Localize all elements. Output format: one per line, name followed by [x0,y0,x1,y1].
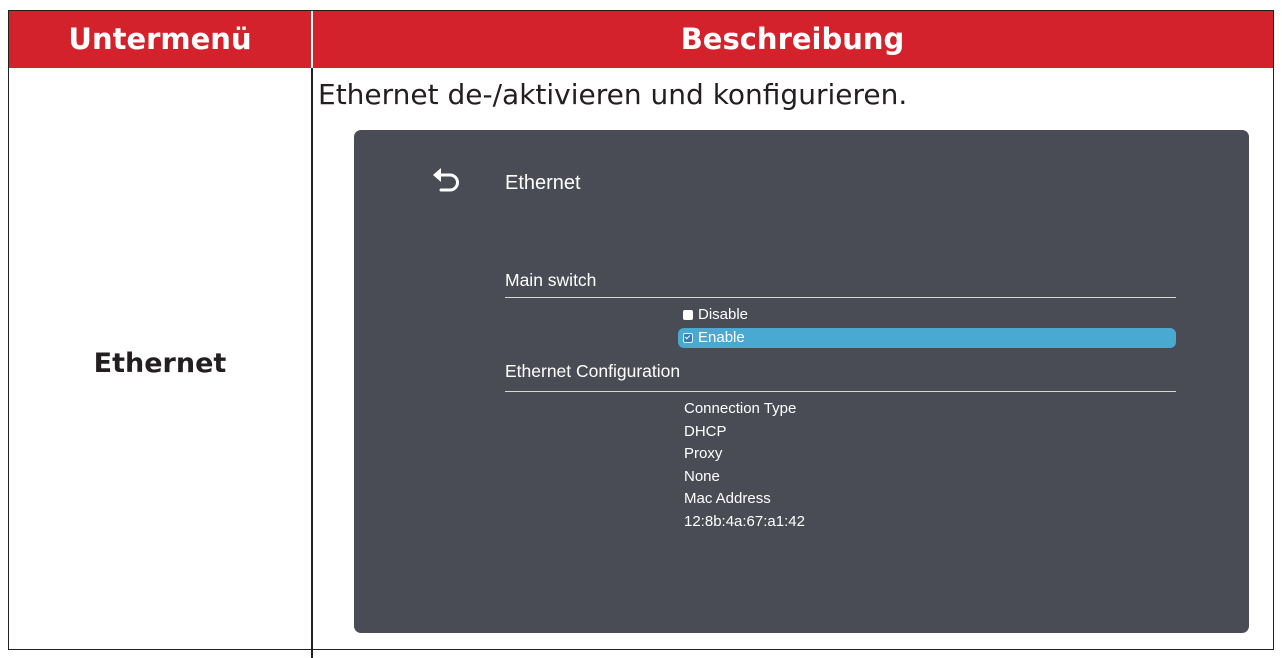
table-header-row: Untermenü Beschreibung [9,11,1273,68]
ethernet-settings-panel: Ethernet Main switch Disable Enable Ethe… [354,130,1249,633]
panel-title: Ethernet [505,172,581,194]
info-proxy-label: Proxy [684,445,723,462]
option-disable[interactable]: Disable [678,305,1176,325]
option-disable-label: Disable [698,306,749,323]
row-description-text: Ethernet de-/aktivieren und konfiguriere… [318,78,908,111]
main-switch-title: Main switch [505,270,597,290]
info-connection-type-value: DHCP [684,422,727,440]
back-arrow-icon[interactable] [429,166,465,194]
info-mac-address-label: Mac Address [684,490,771,507]
ethernet-config-divider [505,391,1176,392]
info-connection-type-label: Connection Type [684,400,797,417]
option-enable[interactable]: Enable [678,328,1176,348]
row-submenu-cell: Ethernet [9,68,311,658]
info-mac-address-value: 12:8b:4a:67:a1:42 [684,512,805,530]
column-divider [311,68,313,658]
ethernet-info-list: Connection Type DHCP Proxy None Mac Addr… [684,398,805,533]
header-submenu: Untermenü [68,22,252,56]
checkbox-icon [683,310,693,320]
info-proxy-value: None [684,467,720,485]
ethernet-config-title: Ethernet Configuration [505,361,681,381]
option-enable-label: Enable [698,329,745,346]
checkbox-checked-icon [683,333,693,343]
row-submenu-label: Ethernet [93,348,227,379]
header-description: Beschreibung [680,22,905,56]
main-switch-divider [505,297,1176,298]
